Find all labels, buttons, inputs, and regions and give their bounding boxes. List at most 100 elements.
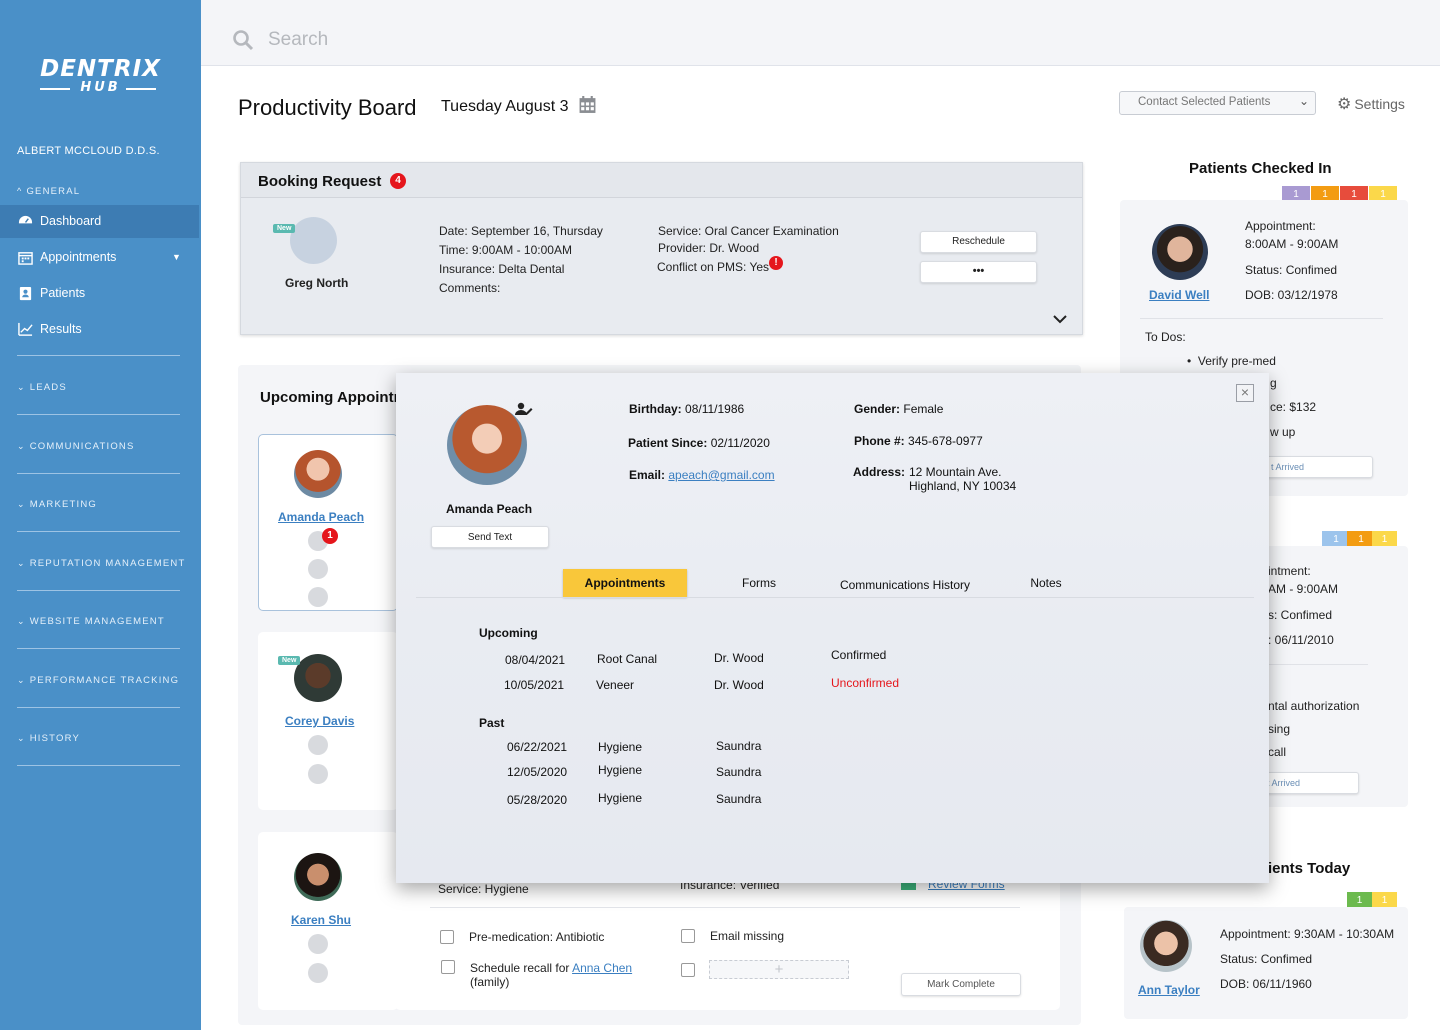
tab-communications-history[interactable]: Communications History [830, 578, 980, 592]
chevron-down-icon: ⌄ [17, 441, 26, 451]
appointment-text: Appointment: 9:30AM - 10:30AM [1220, 927, 1395, 941]
appt-status: Confirmed [831, 648, 887, 662]
send-text-button[interactable]: Send Text [431, 526, 549, 548]
sidebar-item-dashboard[interactable]: Dashboard [0, 205, 199, 238]
task-checkbox[interactable] [681, 929, 695, 943]
sidebar-item-appointments[interactable]: Appointments ▼ [0, 241, 199, 274]
section-history[interactable]: ⌄ HISTORY [17, 733, 80, 744]
section-label: PERFORMANCE TRACKING [29, 675, 180, 686]
section-marketing[interactable]: ⌄ MARKETING [17, 499, 97, 510]
todo-text: Verify pre-med [1197, 354, 1276, 368]
patient-link[interactable]: Ann Taylor [1138, 983, 1200, 997]
avatar [1140, 920, 1192, 972]
section-communications[interactable]: ⌄ COMMUNICATIONS [17, 441, 135, 452]
avatar [294, 654, 342, 702]
appt-date: 05/28/2020 [507, 793, 568, 807]
settings-button[interactable]: ⚙ Settings [1337, 94, 1405, 114]
recall-prefix: Schedule recall for [470, 961, 570, 975]
chevron-down-icon: ⌄ [17, 382, 26, 392]
dashboard-icon [18, 215, 33, 224]
add-task-button[interactable]: + [709, 960, 849, 979]
caret-down-icon: ▼ [172, 252, 181, 262]
sidebar: DENTRIX HUB ALBERT MCCLOUD D.D.S. ^ GENER… [0, 0, 201, 1030]
sidebar-divider [17, 531, 180, 532]
patient-link[interactable]: Amanda Peach [278, 510, 364, 524]
birthday-field: Birthday: 08/11/1986 [629, 402, 744, 416]
section-label: LEADS [29, 382, 67, 393]
chat-icon[interactable] [308, 735, 328, 755]
section-performance[interactable]: ⌄ PERFORMANCE TRACKING [17, 675, 179, 686]
sidebar-item-label: Appointments [40, 250, 117, 264]
contact-selected-patients-select[interactable]: Contact Selected Patients ⌄ [1119, 91, 1316, 115]
section-website[interactable]: ⌄ WEBSITE MANAGEMENT [17, 616, 165, 627]
tab-appointments[interactable]: Appointments [563, 569, 687, 597]
field-value: 345-678-0977 [908, 434, 983, 448]
section-reputation[interactable]: ⌄ REPUTATION MANAGEMENT [17, 558, 186, 569]
sidebar-divider [17, 707, 180, 708]
mark-complete-button[interactable]: Mark Complete [901, 973, 1021, 996]
task-label: Pre-medication: Antibiotic [469, 930, 605, 944]
task-checkbox[interactable] [681, 963, 695, 977]
sidebar-item-patients[interactable]: Patients [0, 277, 199, 310]
section-general[interactable]: ^ GENERAL [17, 186, 80, 197]
phone-icon[interactable] [308, 764, 328, 784]
upcoming-label: Upcoming [479, 626, 538, 640]
chevron-down-icon: ⌄ [17, 558, 26, 568]
section-label: WEBSITE MANAGEMENT [29, 616, 165, 627]
email-link[interactable]: apeach@gmail.com [668, 468, 774, 482]
chevron-up-icon: ^ [17, 186, 23, 196]
phone-icon[interactable] [308, 587, 328, 607]
patient-link[interactable]: Corey Davis [285, 714, 354, 728]
chevron-down-icon[interactable] [1052, 314, 1068, 324]
new-tag: New [278, 656, 301, 665]
status-text: Status: Confimed [1245, 263, 1338, 277]
field-value: 08/11/1986 [685, 402, 745, 416]
phone-icon[interactable] [308, 963, 328, 983]
search-bar[interactable] [201, 0, 1440, 66]
appt-procedure: Hygiene [598, 740, 643, 754]
address-line2: Highland, NY 10034 [909, 479, 1017, 493]
appt-provider: Saundra [716, 765, 762, 779]
chevron-down-icon: ⌄ [17, 499, 26, 509]
chevron-down-icon: ⌄ [1298, 94, 1309, 108]
close-icon[interactable]: × [1236, 384, 1254, 402]
section-label: HISTORY [29, 733, 81, 744]
calendar-icon[interactable] [579, 96, 596, 114]
email-field: Email: apeach@gmail.com [629, 468, 775, 482]
sidebar-divider [17, 473, 180, 474]
tab-forms[interactable]: Forms [720, 576, 798, 590]
gear-icon: ⚙ [1337, 96, 1352, 113]
patient-link[interactable]: Karen Shu [291, 913, 351, 927]
field-label: Address: [853, 465, 906, 479]
phone-field: Phone #: 345-678-0977 [854, 434, 983, 448]
field-label: Phone #: [854, 434, 905, 448]
dob-fragment: : 06/11/2010 [1268, 633, 1334, 647]
todo-fragment: ntal authorization [1268, 699, 1360, 713]
appt-date: 08/04/2021 [505, 653, 566, 667]
todo-item: • Verify pre-med [1187, 354, 1276, 368]
edit-user-icon[interactable] [515, 402, 533, 416]
service-text: Service: Hygiene [438, 882, 529, 896]
section-leads[interactable]: ⌄ LEADS [17, 382, 67, 393]
sidebar-item-results[interactable]: Results [0, 313, 199, 346]
avatar [1152, 224, 1208, 280]
tab-notes[interactable]: Notes [1016, 576, 1076, 590]
chat-icon[interactable] [308, 934, 328, 954]
recall-patient-link[interactable]: Anna Chen [572, 961, 632, 975]
divider [1140, 318, 1383, 319]
mail-icon[interactable] [308, 559, 328, 579]
field-label: Email: [629, 468, 666, 482]
task-checkbox[interactable] [441, 960, 455, 974]
appointment-fragment: intment: [1268, 564, 1311, 578]
more-options-button[interactable]: ••• [920, 261, 1037, 283]
task-checkbox[interactable] [440, 930, 454, 944]
avatar [294, 853, 342, 901]
field-value: Female [903, 402, 944, 416]
booking-provider: Provider: Dr. Wood [658, 241, 760, 255]
reschedule-button[interactable]: Reschedule [920, 231, 1037, 253]
chevron-down-icon: ⌄ [17, 675, 26, 685]
search-input[interactable]: Search [268, 29, 328, 51]
sidebar-divider [17, 414, 180, 415]
calendar-icon [18, 252, 33, 265]
patient-link[interactable]: David Well [1149, 288, 1209, 302]
